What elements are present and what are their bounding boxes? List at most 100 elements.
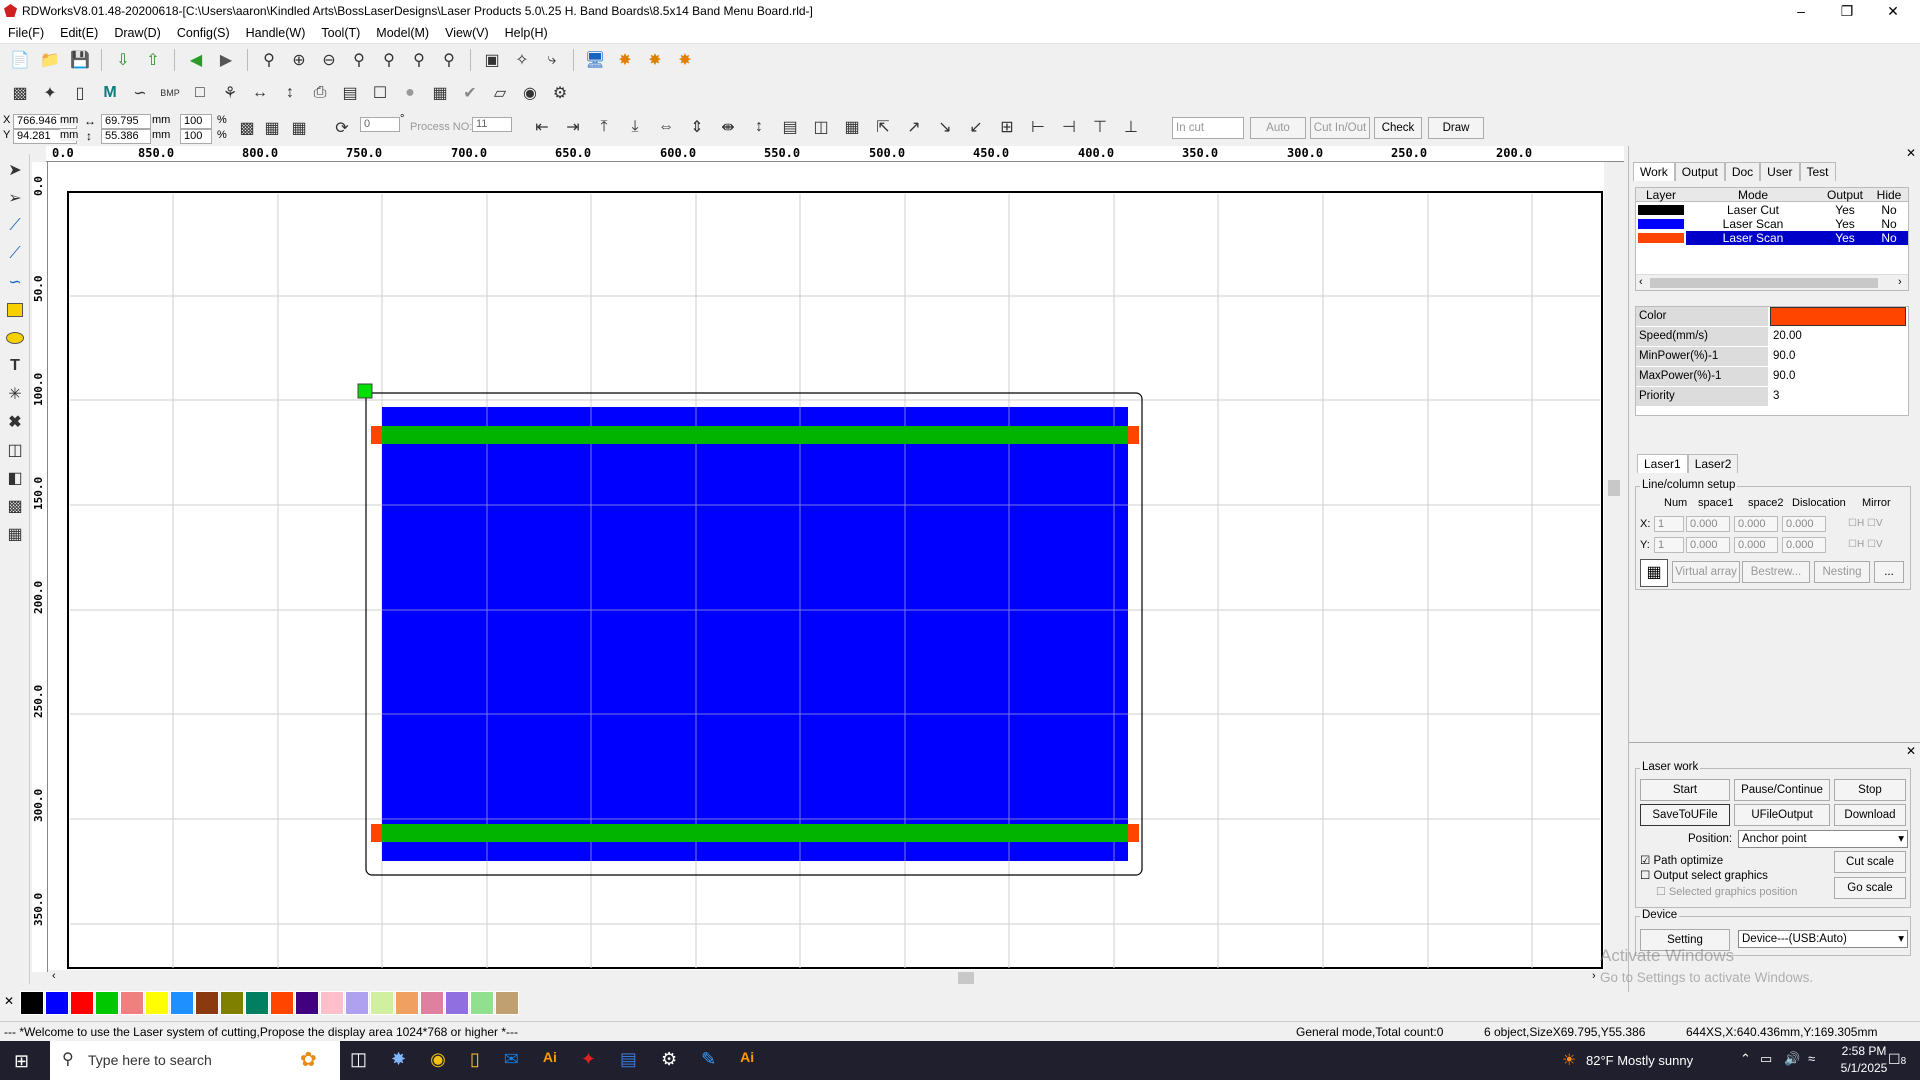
- delete-icon[interactable]: ✖: [3, 410, 27, 434]
- corner-bl-icon[interactable]: ↙: [964, 115, 988, 139]
- panel2-close-icon[interactable]: ✕: [1906, 744, 1916, 758]
- palette-swatch[interactable]: [70, 991, 94, 1015]
- rdworks-icon[interactable]: ✦: [581, 1049, 596, 1070]
- tab-test[interactable]: Test: [1799, 162, 1836, 181]
- laser-origin-icon[interactable]: ✸: [673, 48, 697, 72]
- palette-swatch[interactable]: [445, 991, 469, 1015]
- align-left-icon[interactable]: ⇤: [530, 115, 554, 139]
- layer-scroll-thumb[interactable]: [1650, 278, 1878, 288]
- tab-output[interactable]: Output: [1674, 162, 1725, 181]
- palette-swatch[interactable]: [320, 991, 344, 1015]
- mirror-h-icon[interactable]: ◫: [3, 438, 27, 462]
- menu-edit[interactable]: Edit(E): [52, 26, 106, 40]
- palette-swatch[interactable]: [245, 991, 269, 1015]
- layer-hide[interactable]: No: [1870, 231, 1908, 245]
- palette-swatch[interactable]: [345, 991, 369, 1015]
- doc-icon[interactable]: ▤: [338, 81, 362, 105]
- align-h-icon[interactable]: ↔: [248, 81, 272, 105]
- image-tool-icon[interactable]: ▩: [3, 494, 27, 518]
- layer-hscroll[interactable]: ‹ ›: [1636, 274, 1908, 290]
- array-x-dislocation[interactable]: 0.000: [1782, 516, 1826, 532]
- palette-swatch[interactable]: [195, 991, 219, 1015]
- array-icon[interactable]: ▦: [3, 522, 27, 546]
- redo-icon[interactable]: ▶: [214, 48, 238, 72]
- lock-ratio-icon[interactable]: ▩: [235, 116, 259, 140]
- import-icon[interactable]: ⇩: [111, 48, 135, 72]
- chrome-icon[interactable]: ◉: [430, 1049, 446, 1070]
- layer-row[interactable]: Laser Cut Yes No: [1636, 203, 1908, 217]
- menu-handle[interactable]: Handle(W): [238, 26, 314, 40]
- line-icon[interactable]: ⟋: [3, 214, 27, 238]
- notification-icon[interactable]: ☐8: [1888, 1051, 1906, 1068]
- anchor-icon[interactable]: ▦: [287, 116, 311, 140]
- mirror-y[interactable]: ☐H ☐V: [1848, 539, 1883, 550]
- draw-button[interactable]: Draw: [1428, 117, 1484, 139]
- palette-swatch[interactable]: [370, 991, 394, 1015]
- printer-icon[interactable]: ⎙: [308, 81, 332, 105]
- array-x-space1[interactable]: 0.000: [1686, 516, 1730, 532]
- align-bottom-icon[interactable]: ⤓: [623, 115, 647, 139]
- paint-icon[interactable]: ✎: [701, 1049, 716, 1070]
- save-icon[interactable]: 💾: [68, 48, 92, 72]
- minimize-button[interactable]: –: [1778, 0, 1824, 22]
- camera-icon[interactable]: ▩: [8, 81, 32, 105]
- checkbox-icon[interactable]: ☐: [368, 81, 392, 105]
- speed-value[interactable]: 20.00: [1770, 327, 1906, 346]
- layer-hide[interactable]: No: [1870, 217, 1908, 231]
- new-file-icon[interactable]: 📄: [8, 48, 32, 72]
- rotate-icon[interactable]: ⟳: [330, 116, 354, 140]
- check-tool-icon[interactable]: ✔: [458, 81, 482, 105]
- selected-position-checkbox[interactable]: ☐ Selected graphics position: [1656, 885, 1797, 898]
- volume-icon[interactable]: 🔊: [1784, 1051, 1800, 1067]
- palette-swatch[interactable]: [95, 991, 119, 1015]
- color-value[interactable]: [1770, 307, 1906, 326]
- path-optimize-checkbox[interactable]: ☑ Path optimize: [1640, 853, 1723, 867]
- rect-icon[interactable]: [3, 298, 27, 322]
- edge-right-icon[interactable]: ⊣: [1057, 115, 1081, 139]
- clock-date[interactable]: 5/1/2025: [1834, 1061, 1894, 1075]
- m-icon[interactable]: M: [98, 81, 122, 105]
- align-top-icon[interactable]: ⤒: [592, 115, 616, 139]
- bmp-icon[interactable]: BMP: [158, 81, 182, 105]
- layer-output[interactable]: Yes: [1820, 217, 1870, 231]
- tray-chevron-icon[interactable]: ⌃: [1740, 1051, 1751, 1067]
- edge-top-icon[interactable]: ⊤: [1088, 115, 1112, 139]
- array-x-space2[interactable]: 0.000: [1734, 516, 1778, 532]
- palette-swatch[interactable]: [295, 991, 319, 1015]
- cut-scale-button[interactable]: Cut scale: [1834, 851, 1906, 873]
- network-icon[interactable]: ▭: [1760, 1051, 1772, 1067]
- scale-y-input[interactable]: 100: [180, 129, 212, 144]
- dist-h-icon[interactable]: ⇼: [716, 115, 740, 139]
- zoom-all-icon[interactable]: ⚲: [437, 48, 461, 72]
- start-button[interactable]: Start: [1640, 779, 1730, 801]
- settings-icon[interactable]: ⚙: [661, 1049, 677, 1070]
- menu-help[interactable]: Help(H): [497, 26, 556, 40]
- gear-icon[interactable]: ⚙: [548, 81, 572, 105]
- canvas-svg[interactable]: [48, 162, 1604, 970]
- windows-start-icon[interactable]: ⊞: [14, 1051, 29, 1072]
- menu-config[interactable]: Config(S): [169, 26, 238, 40]
- edge-left-icon[interactable]: ⊢: [1026, 115, 1050, 139]
- palette-swatch[interactable]: [395, 991, 419, 1015]
- dist-v-icon[interactable]: ↕: [747, 115, 771, 139]
- align-right-icon[interactable]: ⇥: [561, 115, 585, 139]
- layer-hide[interactable]: No: [1870, 203, 1908, 217]
- ufile-output-button[interactable]: UFileOutput: [1734, 804, 1830, 826]
- min-power-value[interactable]: 90.0: [1770, 347, 1906, 366]
- array-y-dislocation[interactable]: 0.000: [1782, 537, 1826, 553]
- node-edit-icon[interactable]: ✧: [510, 48, 534, 72]
- ellipse-icon[interactable]: [3, 326, 27, 350]
- layer-output[interactable]: Yes: [1820, 231, 1870, 245]
- eye-icon[interactable]: ◉: [518, 81, 542, 105]
- zoom-pan-icon[interactable]: ⚲: [257, 48, 281, 72]
- palette-swatch[interactable]: [20, 991, 44, 1015]
- output-select-checkbox[interactable]: ☐ Output select graphics: [1640, 868, 1768, 882]
- position-select[interactable]: Anchor point ▾: [1738, 830, 1908, 848]
- h-scroll-thumb[interactable]: [958, 972, 974, 984]
- outlook-icon[interactable]: ✉: [504, 1049, 519, 1070]
- mirror-x[interactable]: ☐H ☐V: [1848, 518, 1883, 529]
- palette-swatch[interactable]: [45, 991, 69, 1015]
- rectangle-tool-icon[interactable]: □: [188, 81, 212, 105]
- laser-head-icon[interactable]: ✸: [613, 48, 637, 72]
- file-explorer-icon[interactable]: ▯: [470, 1049, 480, 1070]
